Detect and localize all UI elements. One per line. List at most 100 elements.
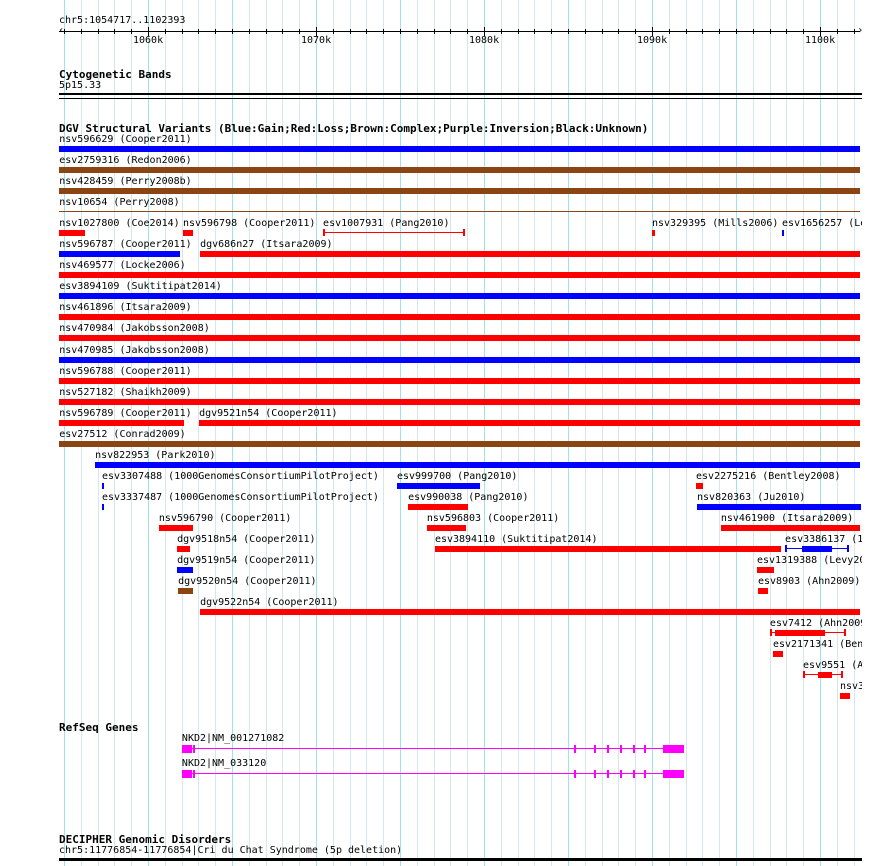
variant-label[interactable]: esv7412 (Ahn2009) — [770, 618, 862, 629]
exon[interactable] — [620, 770, 623, 778]
exon[interactable] — [643, 745, 646, 753]
variant-label[interactable]: nsv10654 (Perry2008) — [59, 197, 179, 208]
variant-label[interactable]: nsv428459 (Perry2008b) — [59, 176, 191, 187]
exon[interactable] — [574, 770, 577, 778]
variant-bar[interactable] — [59, 399, 861, 405]
variant-bar[interactable] — [59, 272, 861, 278]
variant-bar[interactable] — [59, 230, 85, 236]
variant-bar[interactable] — [101, 504, 104, 510]
variant-label[interactable]: nsv596787 (Cooper2011) — [59, 239, 191, 250]
variant-label[interactable]: esv3894109 (Suktitipat2014) — [59, 281, 222, 292]
variant-bar[interactable] — [177, 567, 194, 573]
variant-bar[interactable] — [178, 588, 193, 594]
variant-bar[interactable] — [396, 483, 480, 489]
variant-bar[interactable] — [772, 651, 784, 657]
variant-bar[interactable] — [182, 230, 194, 236]
variant-label[interactable]: esv2171341 (Bentley2 — [773, 639, 862, 650]
variant-bar[interactable] — [59, 441, 861, 447]
variant-label[interactable]: esv27512 (Conrad2009) — [59, 429, 185, 440]
variant-label[interactable]: nsv596790 (Cooper2011) — [159, 513, 291, 524]
variant-label[interactable]: esv3386137 (1000Ge — [785, 534, 862, 545]
variant-label[interactable]: esv999700 (Pang2010) — [397, 471, 517, 482]
variant-label[interactable]: nsv596629 (Cooper2011) — [59, 134, 191, 145]
variant-line[interactable] — [323, 232, 465, 233]
exon[interactable] — [607, 745, 610, 753]
exon[interactable] — [632, 770, 635, 778]
exon[interactable] — [193, 770, 196, 778]
variant-bar[interactable] — [200, 251, 861, 257]
variant-label[interactable]: esv990038 (Pang2010) — [408, 492, 528, 503]
exon[interactable] — [181, 745, 192, 753]
variant-label[interactable]: nsv596789 (Cooper2011) — [59, 408, 191, 419]
refseq-track-title[interactable]: RefSeq Genes — [59, 721, 138, 734]
exon[interactable] — [574, 745, 577, 753]
variant-bar[interactable] — [59, 167, 861, 173]
variant-label[interactable]: nsv470984 (Jakobsson2008) — [59, 323, 210, 334]
variant-label[interactable]: nsv461896 (Itsara2009) — [59, 302, 191, 313]
exon[interactable] — [632, 745, 635, 753]
variant-label[interactable]: esv1656257 (Levy20 — [782, 218, 862, 229]
variant-bar[interactable] — [59, 357, 861, 363]
variant-label[interactable]: nsv822953 (Park2010) — [95, 450, 215, 461]
variant-label[interactable]: esv2275216 (Bentley2008) — [696, 471, 841, 482]
variant-bar[interactable] — [408, 504, 469, 510]
variant-label[interactable]: esv2759316 (Redon2006) — [59, 155, 191, 166]
variant-bar[interactable] — [818, 672, 832, 678]
variant-bar[interactable] — [839, 693, 851, 699]
variant-bar[interactable] — [59, 188, 861, 194]
variant-label[interactable]: dgv9519n54 (Cooper2011) — [177, 555, 315, 566]
variant-bar[interactable] — [95, 462, 861, 468]
variant-bar[interactable] — [696, 483, 704, 489]
variant-bar[interactable] — [199, 420, 861, 426]
variant-bar[interactable] — [59, 420, 184, 426]
variant-bar[interactable] — [757, 567, 774, 573]
variant-label[interactable]: dgv9522n54 (Cooper2011) — [200, 597, 338, 608]
exon[interactable] — [181, 770, 192, 778]
variant-label[interactable]: esv3894110 (Suktitipat2014) — [435, 534, 598, 545]
exon[interactable] — [594, 770, 597, 778]
variant-label[interactable]: nsv820363 (Ju2010) — [697, 492, 805, 503]
variant-bar[interactable] — [177, 546, 190, 552]
variant-bar[interactable] — [802, 546, 832, 552]
variant-bar[interactable] — [697, 504, 861, 510]
variant-bar[interactable] — [59, 146, 861, 152]
variant-label[interactable]: nsv596788 (Cooper2011) — [59, 366, 191, 377]
variant-label[interactable]: esv3307488 (1000GenomesConsortiumPilotPr… — [102, 471, 379, 482]
variant-bar[interactable] — [774, 630, 826, 636]
variant-label[interactable]: nsv461900 (Itsara2009) — [721, 513, 853, 524]
exon[interactable] — [607, 770, 610, 778]
variant-label[interactable]: nsv1027800 (Coe2014) — [59, 218, 179, 229]
variant-bar[interactable] — [720, 525, 861, 531]
variant-label[interactable]: nsv469577 (Locke2006) — [59, 260, 185, 271]
variant-bar[interactable] — [158, 525, 193, 531]
decipher-bar[interactable] — [59, 858, 862, 861]
variant-bar[interactable] — [59, 251, 180, 257]
variant-label[interactable]: dgv9520n54 (Cooper2011) — [178, 576, 316, 587]
variant-label[interactable]: esv9551 (Ahn200 — [803, 660, 862, 671]
exon[interactable] — [620, 745, 623, 753]
exon[interactable] — [643, 770, 646, 778]
variant-bar[interactable] — [434, 546, 782, 552]
variant-label[interactable]: dgv686n27 (Itsara2009) — [200, 239, 332, 250]
exon[interactable] — [193, 745, 196, 753]
transcript-label[interactable]: NKD2|NM_001271082 — [182, 733, 284, 744]
variant-bar[interactable] — [652, 230, 656, 236]
variant-label[interactable]: nsv32910 — [840, 681, 862, 692]
variant-label[interactable]: nsv329395 (Mills2006) — [652, 218, 778, 229]
exon[interactable] — [662, 745, 684, 753]
variant-label[interactable]: esv8903 (Ahn2009) — [758, 576, 860, 587]
variant-label[interactable]: dgv9521n54 (Cooper2011) — [199, 408, 337, 419]
variant-label[interactable]: esv1319388 (Levy2007) — [757, 555, 862, 566]
variant-label[interactable]: esv1007931 (Pang2010) — [323, 218, 449, 229]
variant-bar[interactable] — [782, 230, 785, 236]
variant-bar[interactable] — [59, 378, 861, 384]
variant-bar[interactable] — [758, 588, 768, 594]
exon[interactable] — [594, 745, 597, 753]
variant-bar[interactable] — [101, 483, 104, 489]
variant-label[interactable]: nsv596803 (Cooper2011) — [427, 513, 559, 524]
variant-label[interactable]: nsv527182 (Shaikh2009) — [59, 387, 191, 398]
variant-bar[interactable] — [426, 525, 467, 531]
variant-bar[interactable] — [59, 335, 861, 341]
variant-label[interactable]: esv3337487 (1000GenomesConsortiumPilotPr… — [102, 492, 379, 503]
variant-bar[interactable] — [59, 211, 861, 212]
